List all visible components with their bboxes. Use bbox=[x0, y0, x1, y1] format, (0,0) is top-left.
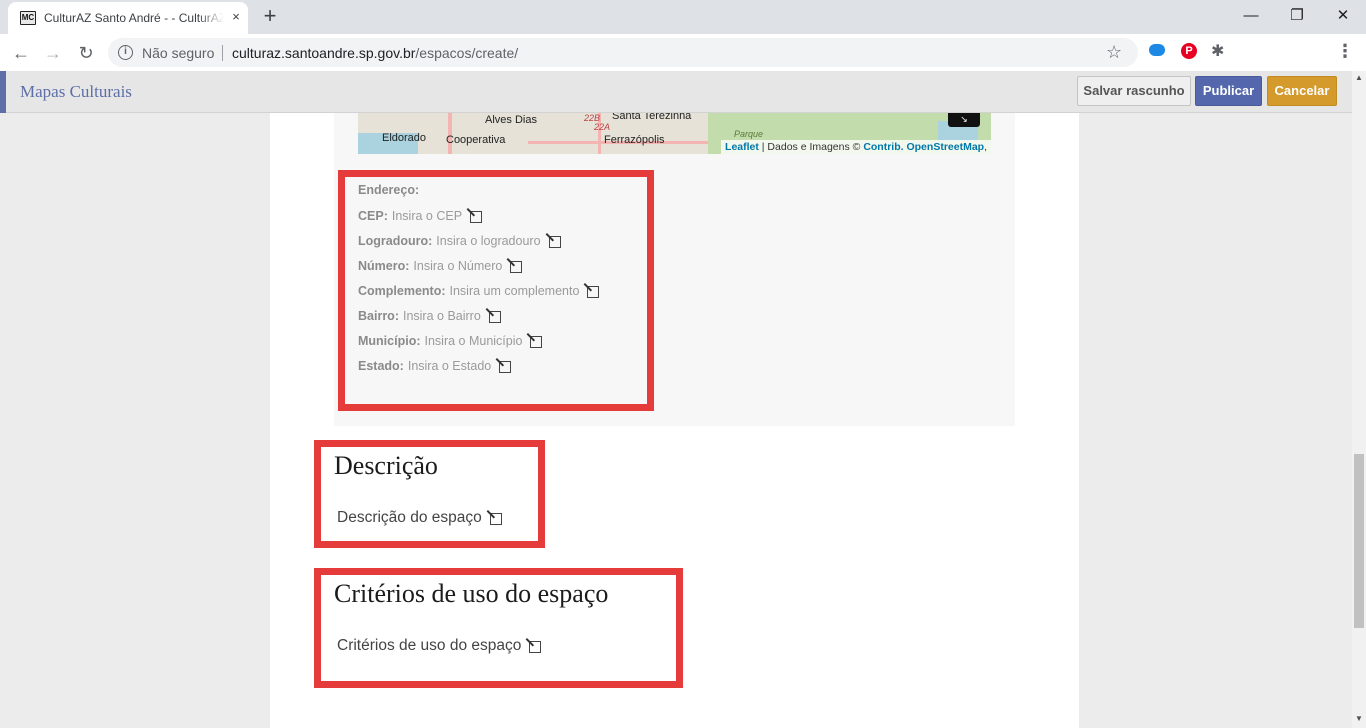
contrib-link[interactable]: Contrib. bbox=[863, 141, 903, 153]
info-icon[interactable]: i bbox=[118, 45, 133, 60]
description-title: Descrição bbox=[334, 451, 438, 480]
criteria-title: Critérios de uso do espaço bbox=[334, 579, 609, 608]
location-map[interactable]: 22B 22A Alves Dias Santa Terezinha Eldor… bbox=[358, 113, 991, 154]
field-label: CEP: bbox=[358, 209, 388, 223]
pinterest-extension-icon[interactable]: P bbox=[1181, 43, 1197, 59]
address-field-complemento[interactable]: Complemento: Insira um complemento bbox=[358, 283, 600, 298]
address-bar[interactable]: i Não seguro culturaz.santoandre.sp.gov.… bbox=[108, 38, 1138, 67]
page-content: 22B 22A Alves Dias Santa Terezinha Eldor… bbox=[270, 113, 1079, 728]
edit-icon[interactable] bbox=[527, 638, 542, 653]
cep-field[interactable]: Insira o CEP bbox=[392, 209, 462, 223]
field-label: Complemento: bbox=[358, 284, 446, 298]
omnibox-divider bbox=[222, 45, 223, 61]
bairro-field[interactable]: Insira o Bairro bbox=[403, 309, 481, 323]
tab-close-icon[interactable]: × bbox=[228, 9, 244, 25]
map-label: Ferrazópolis bbox=[604, 134, 665, 146]
edit-icon[interactable] bbox=[528, 333, 543, 348]
browser-menu-icon[interactable]: ⋮ bbox=[1336, 41, 1354, 62]
description-placeholder[interactable]: Descrição do espaço bbox=[337, 509, 482, 526]
publish-button[interactable]: Publicar bbox=[1195, 76, 1262, 106]
map-road-number: 22A bbox=[594, 122, 611, 132]
edit-icon[interactable] bbox=[585, 283, 600, 298]
brand-logo[interactable]: Mapas Culturais bbox=[20, 82, 132, 102]
cloud-extension-icon[interactable] bbox=[1149, 44, 1165, 56]
field-label: Bairro: bbox=[358, 309, 399, 323]
restore-icon[interactable]: ❐ bbox=[1274, 3, 1320, 29]
criteria-placeholder[interactable]: Critérios de uso do espaço bbox=[337, 637, 521, 654]
address-field-cep[interactable]: CEP: Insira o CEP bbox=[358, 208, 483, 223]
field-label: Município: bbox=[358, 334, 421, 348]
security-label[interactable]: Não seguro bbox=[142, 45, 214, 61]
leaflet-link[interactable]: Leaflet bbox=[725, 141, 759, 153]
edit-icon[interactable] bbox=[487, 308, 501, 323]
attribution-tail: , bbox=[984, 141, 987, 153]
complemento-field[interactable]: Insira um complemento bbox=[450, 284, 580, 298]
site-header: Mapas Culturais Salvar rascunho Publicar… bbox=[0, 71, 1352, 113]
address-field-numero[interactable]: Número: Insira o Número bbox=[358, 258, 523, 273]
new-tab-icon[interactable]: + bbox=[258, 5, 282, 29]
cancel-button[interactable]: Cancelar bbox=[1267, 76, 1337, 106]
map-label: Santa Terezinha bbox=[612, 113, 692, 122]
map-label: Parque bbox=[734, 129, 764, 139]
scroll-thumb[interactable] bbox=[1354, 454, 1364, 628]
page-scrollbar[interactable]: ▲ ▼ bbox=[1352, 71, 1366, 728]
browser-tab[interactable]: MC CulturAZ Santo André - - CulturAZ San… bbox=[8, 2, 248, 34]
map-label: Alves Dias bbox=[485, 114, 537, 126]
tab-title: CulturAZ Santo André - - CulturAZ Santo … bbox=[44, 11, 224, 25]
site-favicon-icon: MC bbox=[20, 11, 36, 25]
field-label: Estado: bbox=[358, 359, 404, 373]
criteria-field[interactable]: Critérios de uso do espaço bbox=[337, 637, 542, 655]
address-field-estado[interactable]: Estado: Insira o Estado bbox=[358, 358, 512, 373]
forward-icon[interactable]: → bbox=[40, 40, 66, 66]
window-close-icon[interactable]: ✕ bbox=[1320, 3, 1366, 29]
url-host: culturaz.santoandre.sp.gov.br bbox=[232, 45, 416, 61]
attribution-text: | Dados e Imagens © bbox=[758, 141, 864, 153]
scroll-up-icon[interactable]: ▲ bbox=[1352, 73, 1366, 85]
edit-icon[interactable] bbox=[488, 510, 502, 525]
edit-icon[interactable] bbox=[468, 208, 483, 223]
brand-accent-bar bbox=[0, 71, 6, 113]
map-label: Cooperativa bbox=[446, 134, 506, 146]
save-draft-button[interactable]: Salvar rascunho bbox=[1077, 76, 1191, 106]
logradouro-field[interactable]: Insira o logradouro bbox=[436, 234, 540, 248]
address-heading: Endereço: bbox=[358, 183, 419, 197]
numero-field[interactable]: Insira o Número bbox=[413, 259, 502, 273]
address-heading-label: Endereço: bbox=[358, 183, 420, 197]
estado-field[interactable]: Insira o Estado bbox=[408, 359, 491, 373]
field-label: Logradouro: bbox=[358, 234, 433, 248]
scroll-down-icon[interactable]: ▼ bbox=[1352, 714, 1366, 726]
reload-icon[interactable]: ↻ bbox=[73, 40, 99, 66]
map-label: Eldorado bbox=[382, 132, 427, 144]
url-text[interactable]: culturaz.santoandre.sp.gov.br/espacos/cr… bbox=[232, 45, 518, 61]
back-icon[interactable]: ← bbox=[8, 40, 34, 66]
address-field-bairro[interactable]: Bairro: Insira o Bairro bbox=[358, 308, 501, 323]
field-label: Número: bbox=[358, 259, 410, 273]
address-field-municipio[interactable]: Município: Insira o Município bbox=[358, 333, 543, 348]
edit-icon[interactable] bbox=[497, 358, 512, 373]
edit-icon[interactable] bbox=[508, 258, 523, 273]
edit-icon[interactable] bbox=[547, 233, 561, 248]
browser-tab-strip: MC CulturAZ Santo André - - CulturAZ San… bbox=[0, 0, 1366, 34]
bookmark-star-icon[interactable]: ☆ bbox=[1106, 42, 1122, 63]
description-field[interactable]: Descrição do espaço bbox=[337, 509, 502, 527]
map-attribution: Leaflet | Dados e Imagens © Contrib. Ope… bbox=[721, 140, 991, 154]
address-field-logradouro[interactable]: Logradouro: Insira o logradouro bbox=[358, 233, 561, 248]
minimize-icon[interactable]: — bbox=[1228, 3, 1274, 29]
municipio-field[interactable]: Insira o Município bbox=[425, 334, 523, 348]
osm-link[interactable]: OpenStreetMap bbox=[904, 141, 984, 153]
url-path: /espacos/create/ bbox=[415, 45, 519, 61]
map-fullscreen-icon[interactable]: ↘ bbox=[948, 113, 980, 127]
extensions-puzzle-icon[interactable]: ✱ bbox=[1211, 41, 1224, 61]
